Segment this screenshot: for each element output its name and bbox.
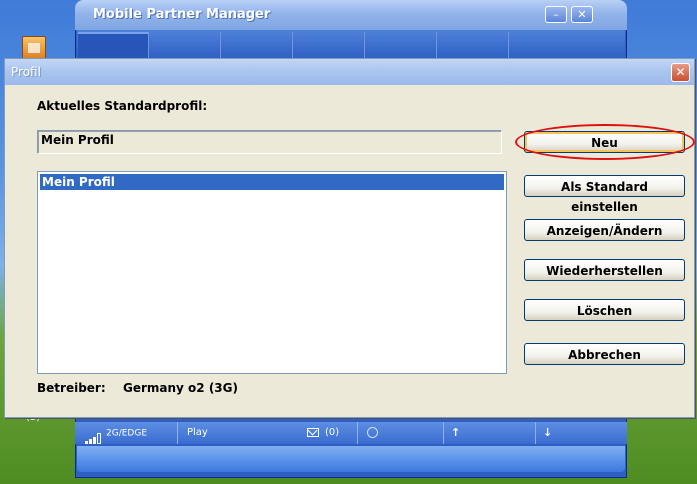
- toolbar-tab[interactable]: [222, 32, 293, 60]
- signal-strength-icon: [85, 422, 102, 444]
- toolbar-tab[interactable]: [366, 32, 437, 60]
- play-label: Play: [187, 427, 208, 438]
- operator-label: Betreiber:: [37, 381, 106, 395]
- toolbar-tab[interactable]: [150, 32, 221, 60]
- restore-button[interactable]: Wiederherstellen: [524, 259, 685, 281]
- sms-count: (0): [325, 427, 340, 438]
- set-default-button[interactable]: Als Standard einstellen: [524, 175, 685, 214]
- mpm-bottom-panel: [77, 446, 625, 472]
- dialog-titlebar[interactable]: Profil ✕: [5, 59, 694, 85]
- profile-dialog: Profil ✕ Aktuelles Standardprofil: Mein …: [4, 58, 695, 418]
- upload-rate: ↑: [445, 422, 536, 444]
- dialog-close-button[interactable]: ✕: [671, 63, 690, 82]
- view-edit-button[interactable]: Anzeigen/Ändern: [524, 219, 685, 241]
- dialog-title: Profil: [11, 65, 41, 79]
- upload-arrow-icon: ↑: [451, 426, 461, 439]
- mpm-close-button[interactable]: ✕: [571, 6, 593, 23]
- player-status[interactable]: Play (0): [179, 422, 358, 444]
- network-type: 2G/EDGE: [106, 428, 148, 439]
- current-profile-field: Mein Profil: [37, 130, 502, 154]
- status-bar: 2G/EDGE Play (0) ↑ ↓: [75, 422, 627, 444]
- connection-time: [361, 422, 444, 444]
- list-item[interactable]: Mein Profil: [40, 174, 504, 190]
- download-arrow-icon: ↓: [543, 426, 553, 439]
- download-rate: ↓: [537, 422, 623, 444]
- clock-icon: [367, 427, 378, 438]
- envelope-icon: [307, 427, 319, 437]
- mpm-titlebar[interactable]: Mobile Partner Manager – ✕: [75, 0, 627, 30]
- new-profile-button[interactable]: Neu: [524, 131, 685, 153]
- delete-button[interactable]: Löschen: [524, 299, 685, 321]
- operator-value: Germany o2 (3G): [123, 381, 238, 395]
- profile-list[interactable]: Mein Profil: [37, 171, 507, 374]
- toolbar-tab[interactable]: [438, 32, 509, 60]
- sms-status[interactable]: (0): [307, 422, 339, 444]
- mpm-window-title: Mobile Partner Manager: [93, 7, 271, 22]
- toolbar-tab[interactable]: [510, 32, 580, 60]
- cancel-button[interactable]: Abbrechen: [524, 343, 685, 365]
- toolbar-tab[interactable]: [294, 32, 365, 60]
- network-status: 2G/EDGE: [81, 422, 178, 444]
- current-profile-label: Aktuelles Standardprofil:: [37, 99, 208, 113]
- minimize-button[interactable]: –: [545, 6, 567, 23]
